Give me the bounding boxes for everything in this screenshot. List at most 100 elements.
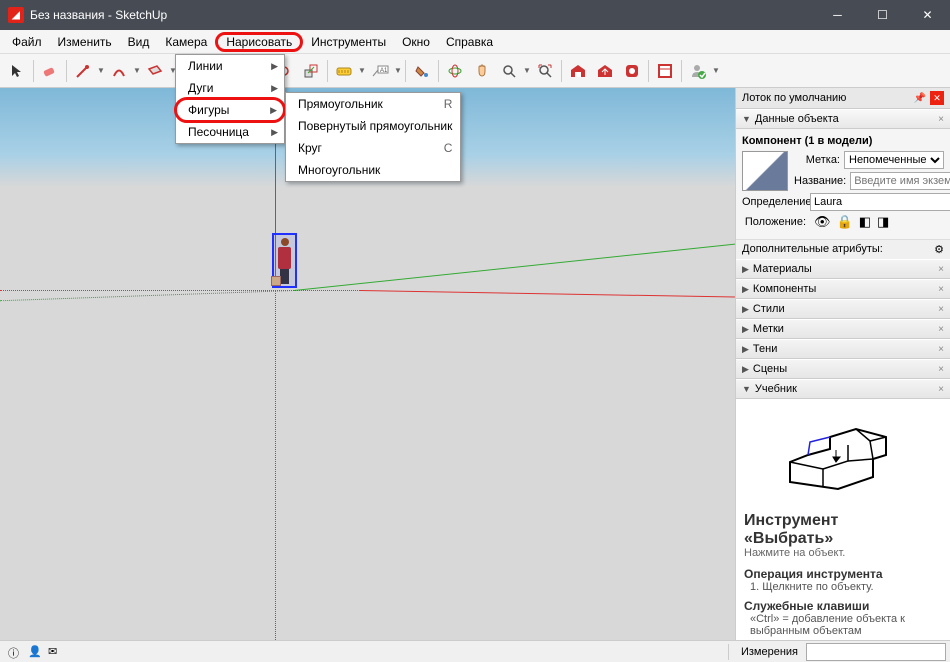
instructor-title-1: Инструмент — [744, 512, 942, 530]
maximize-button[interactable]: ☐ — [860, 0, 905, 30]
section-scenes[interactable]: ▶Сцены× — [736, 359, 950, 379]
visibility-toggle-icon[interactable]: 👁 — [814, 214, 831, 230]
entity-info-label: Данные объекта — [755, 113, 839, 125]
entity-info-body: Компонент (1 в модели) Метка: Непомеченн… — [736, 129, 950, 239]
instructor-subtitle: Нажмите на объект. — [744, 547, 942, 559]
section-close-icon[interactable]: × — [938, 114, 944, 125]
shape-polygon-item[interactable]: Многоугольник — [286, 159, 460, 181]
extra-attributes-row: Дополнительные атрибуты: ⚙ — [736, 239, 950, 259]
app-icon: ◢ — [8, 7, 24, 23]
instructor-operation-line: 1. Щелкните по объекту. — [744, 581, 942, 593]
menu-view[interactable]: Вид — [120, 32, 158, 52]
entity-title: Компонент (1 в модели) — [742, 135, 944, 147]
status-geo-icon[interactable]: 👤 — [28, 645, 42, 659]
menubar: Файл Изменить Вид Камера Нарисовать Инст… — [0, 30, 950, 54]
draw-shapes-item[interactable]: Фигуры▶ — [174, 97, 286, 123]
zoom-dropdown-icon[interactable]: ▼ — [523, 66, 531, 75]
paint-tool-icon[interactable] — [409, 58, 435, 84]
shadow-cast-icon[interactable]: ◧ — [859, 214, 871, 230]
shadow-receive-icon[interactable]: ◨ — [877, 214, 889, 230]
instructor-title-2: «Выбрать» — [744, 530, 942, 548]
attributes-gear-icon[interactable]: ⚙ — [934, 243, 944, 256]
window-title: Без названия - SketchUp — [30, 8, 815, 22]
menu-help[interactable]: Справка — [438, 32, 501, 52]
text-tool-icon[interactable]: A1 — [367, 58, 393, 84]
shape-rectangle-item[interactable]: ПрямоугольникR — [286, 93, 460, 115]
instructor-keys-head: Служебные клавиши — [744, 599, 942, 613]
zoom-tool-icon[interactable] — [496, 58, 522, 84]
warehouse-share-icon[interactable] — [592, 58, 618, 84]
draw-sandbox-item[interactable]: Песочница▶ — [176, 121, 284, 143]
axis-red — [0, 290, 735, 291]
draw-arcs-item[interactable]: Дуги▶ — [176, 77, 284, 99]
collapse-icon: ▼ — [742, 114, 751, 124]
section-styles[interactable]: ▶Стили× — [736, 299, 950, 319]
eraser-tool-icon[interactable] — [37, 58, 63, 84]
section-components[interactable]: ▶Компоненты× — [736, 279, 950, 299]
lock-toggle-icon[interactable]: 🔒 — [837, 214, 853, 230]
status-credits-icon[interactable]: ✉ — [48, 645, 62, 659]
layout-tool-icon[interactable] — [652, 58, 678, 84]
svg-text:A1: A1 — [380, 68, 388, 74]
section-tags[interactable]: ▶Метки× — [736, 319, 950, 339]
minimize-button[interactable]: ─ — [815, 0, 860, 30]
shapes-submenu: ПрямоугольникR Повернутый прямоугольник … — [285, 92, 461, 182]
definition-input[interactable] — [810, 193, 950, 211]
instructor-illustration — [778, 417, 908, 497]
name-label: Название: — [794, 175, 850, 187]
toolbar: ▼ ▼ ▼ ▼ A1 ▼ ▼ ▼ — [0, 54, 950, 88]
menu-edit[interactable]: Изменить — [50, 32, 120, 52]
close-button[interactable]: ✕ — [905, 0, 950, 30]
section-materials[interactable]: ▶Материалы× — [736, 259, 950, 279]
menu-camera[interactable]: Камера — [157, 32, 215, 52]
main-area: Лоток по умолчанию 📌 ✕ ▼ Данные объекта … — [0, 88, 950, 640]
extra-attributes-label: Дополнительные атрибуты: — [742, 243, 883, 256]
select-tool-icon[interactable] — [4, 58, 30, 84]
arc-tool-icon[interactable] — [106, 58, 132, 84]
warehouse-tool-icon[interactable] — [565, 58, 591, 84]
menu-window[interactable]: Окно — [394, 32, 438, 52]
tray-close-icon[interactable]: ✕ — [930, 91, 944, 105]
line-tool-icon[interactable] — [70, 58, 96, 84]
draw-lines-item[interactable]: Линии▶ — [176, 55, 284, 77]
arc-dropdown-icon[interactable]: ▼ — [133, 66, 141, 75]
tray-pin-icon[interactable]: 📌 — [914, 93, 926, 104]
scale-tool-icon[interactable] — [298, 58, 324, 84]
zoom-extents-tool-icon[interactable] — [532, 58, 558, 84]
instructor-panel: Инструмент «Выбрать» Нажмите на объект. … — [736, 399, 950, 640]
menu-tools[interactable]: Инструменты — [303, 32, 394, 52]
status-help-icon[interactable]: ⓘ — [8, 645, 22, 659]
selected-component[interactable] — [272, 233, 297, 288]
rectangle-tool-icon[interactable] — [142, 58, 168, 84]
menu-file[interactable]: Файл — [4, 32, 50, 52]
component-thumbnail — [742, 151, 788, 191]
orbit-tool-icon[interactable] — [442, 58, 468, 84]
statusbar: ⓘ 👤 ✉ Измерения — [0, 640, 950, 662]
tape-tool-icon[interactable] — [331, 58, 357, 84]
extensions-tool-icon[interactable] — [619, 58, 645, 84]
section-instructor-header[interactable]: ▼Учебник× — [736, 379, 950, 399]
entity-info-header[interactable]: ▼ Данные объекта × — [736, 109, 950, 129]
pan-tool-icon[interactable] — [469, 58, 495, 84]
user-dropdown-icon[interactable]: ▼ — [712, 66, 720, 75]
tray-title: Лоток по умолчанию — [742, 92, 846, 104]
text-dropdown-icon[interactable]: ▼ — [394, 66, 402, 75]
menu-draw[interactable]: Нарисовать — [215, 32, 303, 52]
measurements-input[interactable] — [806, 643, 946, 661]
position-label: Положение: — [742, 216, 810, 228]
tag-label: Метка: — [794, 154, 844, 166]
tape-dropdown-icon[interactable]: ▼ — [358, 66, 366, 75]
instructor-operation-head: Операция инструмента — [744, 567, 942, 581]
line-dropdown-icon[interactable]: ▼ — [97, 66, 105, 75]
section-shadows[interactable]: ▶Тени× — [736, 339, 950, 359]
definition-label: Определение: — [742, 196, 810, 208]
default-tray: Лоток по умолчанию 📌 ✕ ▼ Данные объекта … — [735, 88, 950, 640]
tag-select[interactable]: Непомеченные — [844, 151, 944, 169]
titlebar: ◢ Без названия - SketchUp ─ ☐ ✕ — [0, 0, 950, 30]
shape-circle-item[interactable]: КругC — [286, 137, 460, 159]
draw-dropdown: Линии▶ Дуги▶ Фигуры▶ Песочница▶ — [175, 54, 285, 144]
user-tool-icon[interactable] — [685, 58, 711, 84]
shape-rotated-rectangle-item[interactable]: Повернутый прямоугольник — [286, 115, 460, 137]
name-input[interactable] — [850, 172, 950, 190]
tray-header[interactable]: Лоток по умолчанию 📌 ✕ — [736, 88, 950, 109]
